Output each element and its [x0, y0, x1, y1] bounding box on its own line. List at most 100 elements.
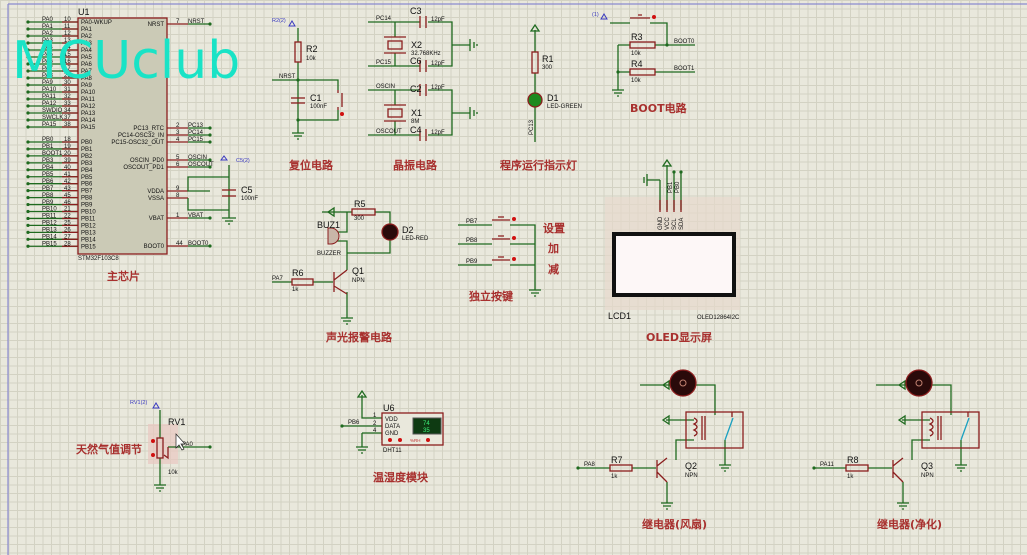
dht11-u6[interactable]: 74 35 %RH U6 VDD DATA GND 1 2 4 PB6 DHT1…	[340, 389, 444, 454]
c4-value: 12pF	[431, 130, 445, 136]
schematic: U1 STM32F103C8 PA0 10 PA0-WKUPPA1 11 PA1PA2 1…	[7, 3, 1027, 555]
label-led-indicator: 程序运行指示灯	[500, 158, 577, 172]
mcu-part: STM32F103C8	[78, 256, 119, 262]
net-oscout: OSCOUT	[376, 129, 402, 135]
net-pb9: PB9	[466, 259, 478, 265]
pin-terminal	[26, 125, 30, 129]
pin-name: PA13	[81, 111, 96, 117]
pin-name: PA11	[81, 97, 95, 103]
dht-display-humidity: 74	[423, 421, 430, 427]
pin-name: PB6	[81, 182, 93, 188]
reset-net: NRST	[279, 74, 296, 80]
relay-fan-circuit[interactable]: PA8 R7 1k Q2 NPN	[576, 369, 744, 510]
pin-name: PB15	[81, 244, 96, 250]
r4-value: 10k	[631, 78, 642, 84]
c5-terminal: C5(2)	[236, 158, 250, 164]
pin-net-label: PB1	[42, 144, 54, 150]
schematic-canvas[interactable]: U1 STM32F103C8 PA0 10 PA0-WKUP PA1 11 PA1 PA2 1…	[0, 0, 1027, 555]
label-crystal: 晶振电路	[393, 158, 438, 172]
r5-ref: R5	[354, 199, 366, 209]
pin-net-label: OSCIN	[188, 155, 207, 161]
oled-pin-scl: SCL	[672, 218, 678, 230]
pin-net-label: BOOT0	[188, 241, 209, 247]
pin-number: 22	[64, 214, 71, 220]
r1-value: 300	[542, 65, 553, 71]
relay-wires	[578, 379, 731, 510]
led-indicator-circuit[interactable]: R1 300 D1 LED-GREEN PC13	[527, 23, 582, 142]
pin-terminal	[26, 104, 30, 108]
reset-circuit[interactable]: R2(2) R2 10k NRST C1 100nF	[272, 18, 344, 140]
pin-name: PB11	[81, 216, 96, 222]
crystal-circuit[interactable]: PC14 PC15 OSCIN OSCOUT X2 32.768KHz X1 8…	[368, 6, 478, 141]
c4-ref: C4	[410, 125, 422, 135]
pin-net-label: PB8	[42, 193, 54, 199]
pin-name: NRST	[148, 22, 165, 28]
c5-value: 100nF	[241, 196, 258, 202]
oled-part: OLED12864I2C	[697, 315, 740, 321]
pin-terminal	[208, 216, 212, 220]
c6-ref: C6	[410, 56, 422, 66]
pin-number: 25	[64, 221, 71, 227]
relay-transistor-value: NPN	[685, 473, 698, 479]
dht-pin-gnd: GND	[385, 431, 399, 437]
relay-transistor-value: NPN	[921, 473, 934, 479]
pin-name: PB2	[81, 154, 93, 160]
pin-net-label: PB14	[42, 235, 57, 241]
oled-pin-sda: SDA	[679, 218, 685, 230]
keys-circuit[interactable]: PB7 PB8 PB9 设置 加 减	[458, 216, 565, 297]
watermark-logo: MCUclub	[12, 31, 240, 91]
boot-terminal: (1)	[592, 12, 599, 18]
terminal	[812, 466, 816, 470]
pin-terminal	[208, 126, 212, 130]
c1-ref: C1	[310, 93, 322, 103]
pin-net-label: PA0	[42, 17, 54, 23]
r4-ref: R4	[631, 59, 643, 69]
pin-net-label: PA1	[42, 24, 54, 30]
pin-net-label: PC15	[188, 137, 204, 143]
pin-net-label: PB3	[42, 158, 54, 164]
relay-net: PA11	[820, 462, 834, 468]
pin-number: 10	[64, 17, 71, 23]
pin-name: PB4	[81, 168, 93, 174]
pin-number: 20	[64, 151, 71, 157]
d1-value: LED-GREEN	[547, 104, 582, 110]
q1-ref: Q1	[352, 266, 364, 276]
label-boot: BOOT电路	[630, 101, 688, 115]
boot-circuit[interactable]: (1) R3 10k R4 10k BOOT0 BOOT1	[592, 12, 695, 97]
alarm-circuit[interactable]: R5 300 D2 LED-RED BUZ1 BUZZER Q1 NPN PA7…	[272, 199, 429, 325]
pin-number: 34	[64, 108, 71, 114]
oled-lcd1[interactable]: GND VCC SCL SDA PB1 PB0 LCD1 OLED12864I2…	[605, 158, 740, 321]
pin-net-label: PB4	[42, 165, 54, 171]
pin-net-label: PB9	[42, 200, 54, 206]
rv1-ref: RV1	[168, 417, 185, 427]
c3-value: 12pF	[431, 17, 445, 23]
pin-net-label: VBAT	[188, 213, 204, 219]
pin-terminal	[26, 20, 30, 24]
net-pc14: PC14	[376, 16, 392, 22]
relay-resistor-value: 1k	[847, 474, 854, 480]
pin-terminal	[26, 175, 30, 179]
key-label-plus: 加	[547, 241, 559, 255]
dht-display-temp: 35	[423, 428, 430, 434]
pin-net-label: PB13	[42, 228, 57, 234]
pin-terminal	[208, 244, 212, 248]
pin-name: PC13_RTC	[133, 126, 164, 132]
motor-icon	[905, 369, 933, 397]
label-keys: 独立按键	[468, 289, 514, 303]
relay-wires	[814, 379, 967, 510]
pin-number: 32	[64, 94, 71, 100]
pin-number: 18	[64, 137, 71, 143]
oled-screen	[612, 232, 736, 297]
relay-purify-circuit[interactable]: PA11 R8 1k Q3 NPN	[812, 369, 980, 510]
pin-name: PB0	[81, 140, 93, 146]
pin-net-label: PB15	[42, 241, 57, 247]
label-relay-fan: 继电器(风扇)	[642, 517, 707, 531]
c6-value: 12pF	[431, 61, 445, 67]
pin-name: VBAT	[149, 216, 165, 222]
r1-ref: R1	[542, 54, 554, 64]
pin-name: OSCOUT_PD1	[123, 165, 164, 171]
gas-potentiometer-rv1[interactable]: RV1(2) RV1 PA0 10k	[130, 400, 212, 492]
pin-net-label: OSCOUT	[188, 162, 214, 168]
label-main-chip: 主芯片	[107, 269, 140, 283]
d1-ref: D1	[547, 93, 559, 103]
